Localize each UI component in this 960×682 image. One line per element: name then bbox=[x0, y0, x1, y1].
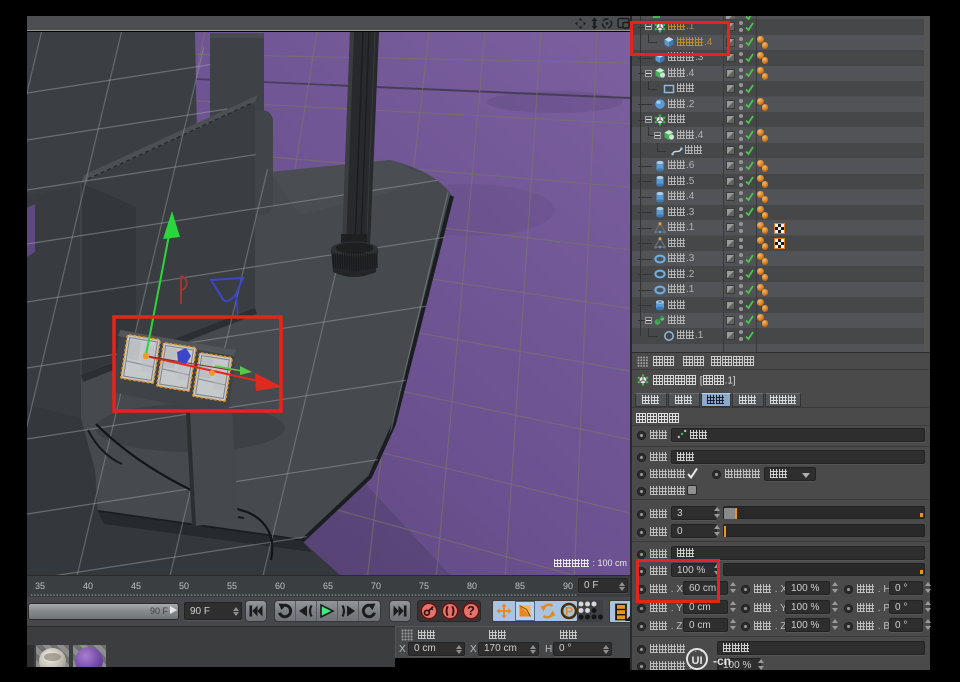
svg-text:P: P bbox=[564, 604, 572, 618]
